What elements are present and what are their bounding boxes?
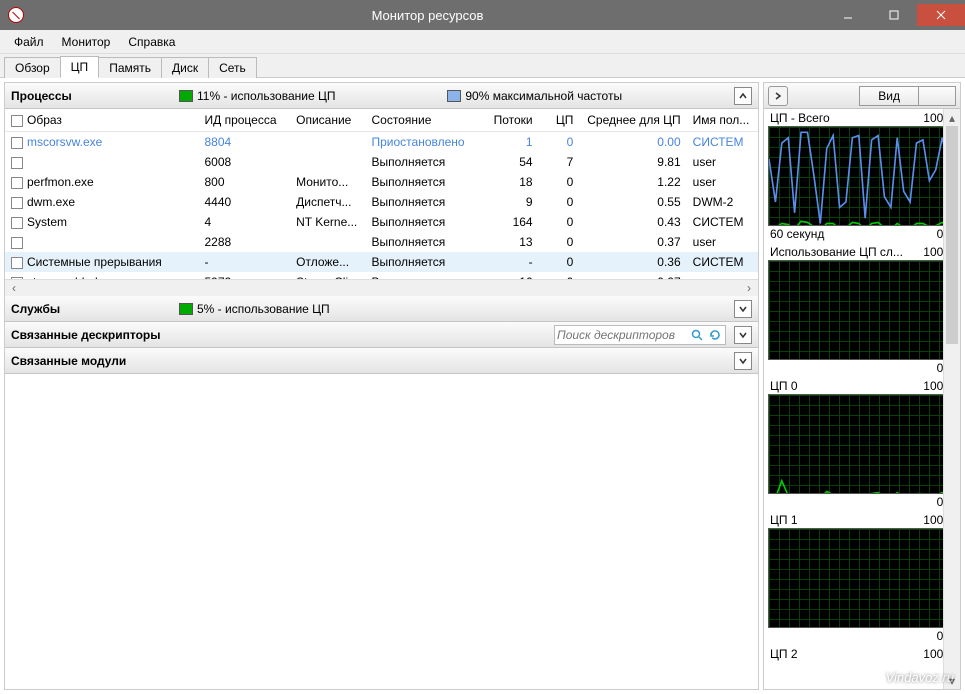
col-status[interactable]: Состояние — [365, 109, 477, 132]
col-cpu[interactable]: ЦП — [539, 109, 580, 132]
handles-header[interactable]: Связанные дескрипторы — [5, 322, 758, 348]
row-checkbox[interactable] — [11, 237, 23, 249]
services-title: Службы — [11, 302, 171, 316]
chart-2: ЦП 0100%.0% — [768, 379, 956, 509]
refresh-icon[interactable] — [707, 327, 723, 343]
view-dropdown[interactable]: Вид — [859, 86, 956, 106]
chart-plot — [768, 528, 956, 628]
col-image[interactable]: Образ — [5, 109, 198, 132]
scroll-right-icon[interactable]: › — [742, 281, 756, 295]
scroll-down-icon[interactable]: ▾ — [944, 672, 960, 689]
charts-nav-button[interactable] — [768, 86, 788, 106]
chart-plot — [768, 260, 956, 360]
chart-label: Использование ЦП сл... — [770, 245, 903, 259]
table-header-row: Образ ИД процесса Описание Состояние Пот… — [5, 109, 758, 132]
chart-plot — [768, 126, 956, 226]
chart-3: ЦП 1100%.0% — [768, 513, 956, 643]
tab-cpu[interactable]: ЦП — [60, 56, 100, 78]
scrollbar-thumb[interactable] — [946, 126, 958, 344]
modules-header[interactable]: Связанные модули — [5, 348, 758, 374]
tab-overview[interactable]: Обзор — [4, 57, 61, 78]
expand-services-button[interactable] — [734, 300, 752, 318]
maximize-button[interactable] — [871, 4, 917, 26]
window-title: Монитор ресурсов — [30, 8, 825, 23]
scroll-up-icon[interactable]: ▴ — [944, 109, 960, 126]
chart-0: ЦП - Всего100%60 секунд0% — [768, 111, 956, 241]
view-label: Вид — [860, 89, 918, 103]
col-user[interactable]: Имя пол... — [687, 109, 758, 132]
menu-help[interactable]: Справка — [120, 32, 183, 52]
processes-title: Процессы — [11, 89, 171, 103]
row-checkbox[interactable] — [11, 197, 23, 209]
tab-disk[interactable]: Диск — [161, 57, 209, 78]
expand-modules-button[interactable] — [734, 352, 752, 370]
handles-search[interactable] — [554, 325, 726, 345]
table-row[interactable]: Системные прерывания-Отложе...Выполняетс… — [5, 252, 758, 272]
collapse-processes-button[interactable] — [734, 87, 752, 105]
charts-panel: Вид ЦП - Всего100%60 секунд0%Использован… — [763, 82, 961, 690]
table-row[interactable]: perfmon.exe800Монито...Выполняется1801.2… — [5, 172, 758, 192]
table-row[interactable]: mscorsvw.exe8804Приостановлено100.00СИСТ… — [5, 132, 758, 153]
scroll-left-icon[interactable]: ‹ — [7, 281, 21, 295]
horizontal-scrollbar[interactable]: ‹ › — [5, 279, 758, 296]
row-checkbox[interactable] — [11, 177, 23, 189]
handles-title: Связанные дескрипторы — [11, 328, 161, 342]
row-checkbox[interactable] — [11, 277, 23, 279]
search-icon[interactable] — [689, 327, 705, 343]
table-row[interactable]: steamwebhelper.exe5972Steam Cli...Выполн… — [5, 272, 758, 279]
chart-label: ЦП 1 — [770, 513, 798, 527]
menu-bar: Файл Монитор Справка — [0, 30, 965, 54]
minimize-button[interactable] — [825, 4, 871, 26]
expand-handles-button[interactable] — [734, 326, 752, 344]
chart-1: Использование ЦП сл...100%.0% — [768, 245, 956, 375]
chart-bottom-left: 60 секунд — [770, 227, 824, 241]
tab-network[interactable]: Сеть — [208, 57, 257, 78]
chart-label: ЦП - Всего — [770, 111, 830, 125]
row-checkbox[interactable] — [11, 257, 23, 269]
processes-table-wrap[interactable]: Образ ИД процесса Описание Состояние Пот… — [5, 109, 758, 279]
search-input[interactable] — [557, 328, 687, 342]
col-threads[interactable]: Потоки — [478, 109, 539, 132]
tab-bar: Обзор ЦП Память Диск Сеть — [0, 54, 965, 78]
processes-table: Образ ИД процесса Описание Состояние Пот… — [5, 109, 758, 279]
modules-title: Связанные модули — [11, 354, 126, 368]
menu-monitor[interactable]: Монитор — [54, 32, 119, 52]
table-row[interactable]: dwm.exe4440Диспетч...Выполняется900.55DW… — [5, 192, 758, 212]
services-cpu-stat: 5% - использование ЦП — [179, 302, 330, 316]
max-freq-stat: 90% максимальной частоты — [447, 89, 622, 103]
charts-vertical-scrollbar[interactable]: ▴ ▾ — [943, 109, 960, 689]
chart-label: ЦП 0 — [770, 379, 798, 393]
col-pid[interactable]: ИД процесса — [198, 109, 290, 132]
chart-plot — [768, 394, 956, 494]
title-bar: Монитор ресурсов — [0, 0, 965, 30]
row-checkbox[interactable] — [11, 217, 23, 229]
close-button[interactable] — [917, 4, 965, 26]
col-avg-cpu[interactable]: Среднее для ЦП — [579, 109, 686, 132]
menu-file[interactable]: Файл — [6, 32, 52, 52]
processes-header[interactable]: Процессы 11% - использование ЦП 90% макс… — [5, 83, 758, 109]
chart-label: ЦП 2 — [770, 647, 798, 661]
chart-4: ЦП 2100% — [768, 647, 956, 662]
services-header[interactable]: Службы 5% - использование ЦП — [5, 296, 758, 322]
select-all-checkbox[interactable] — [11, 115, 23, 127]
col-description[interactable]: Описание — [290, 109, 365, 132]
row-checkbox[interactable] — [11, 137, 23, 149]
table-row[interactable]: 6008Выполняется5479.81user — [5, 152, 758, 172]
tab-memory[interactable]: Память — [98, 57, 162, 78]
row-checkbox[interactable] — [11, 157, 23, 169]
chevron-down-icon[interactable] — [918, 87, 955, 105]
table-row[interactable]: System4NT Kerne...Выполняется16400.43СИС… — [5, 212, 758, 232]
cpu-usage-stat: 11% - использование ЦП — [179, 89, 335, 103]
table-row[interactable]: 2288Выполняется1300.37user — [5, 232, 758, 252]
app-icon — [8, 7, 24, 23]
